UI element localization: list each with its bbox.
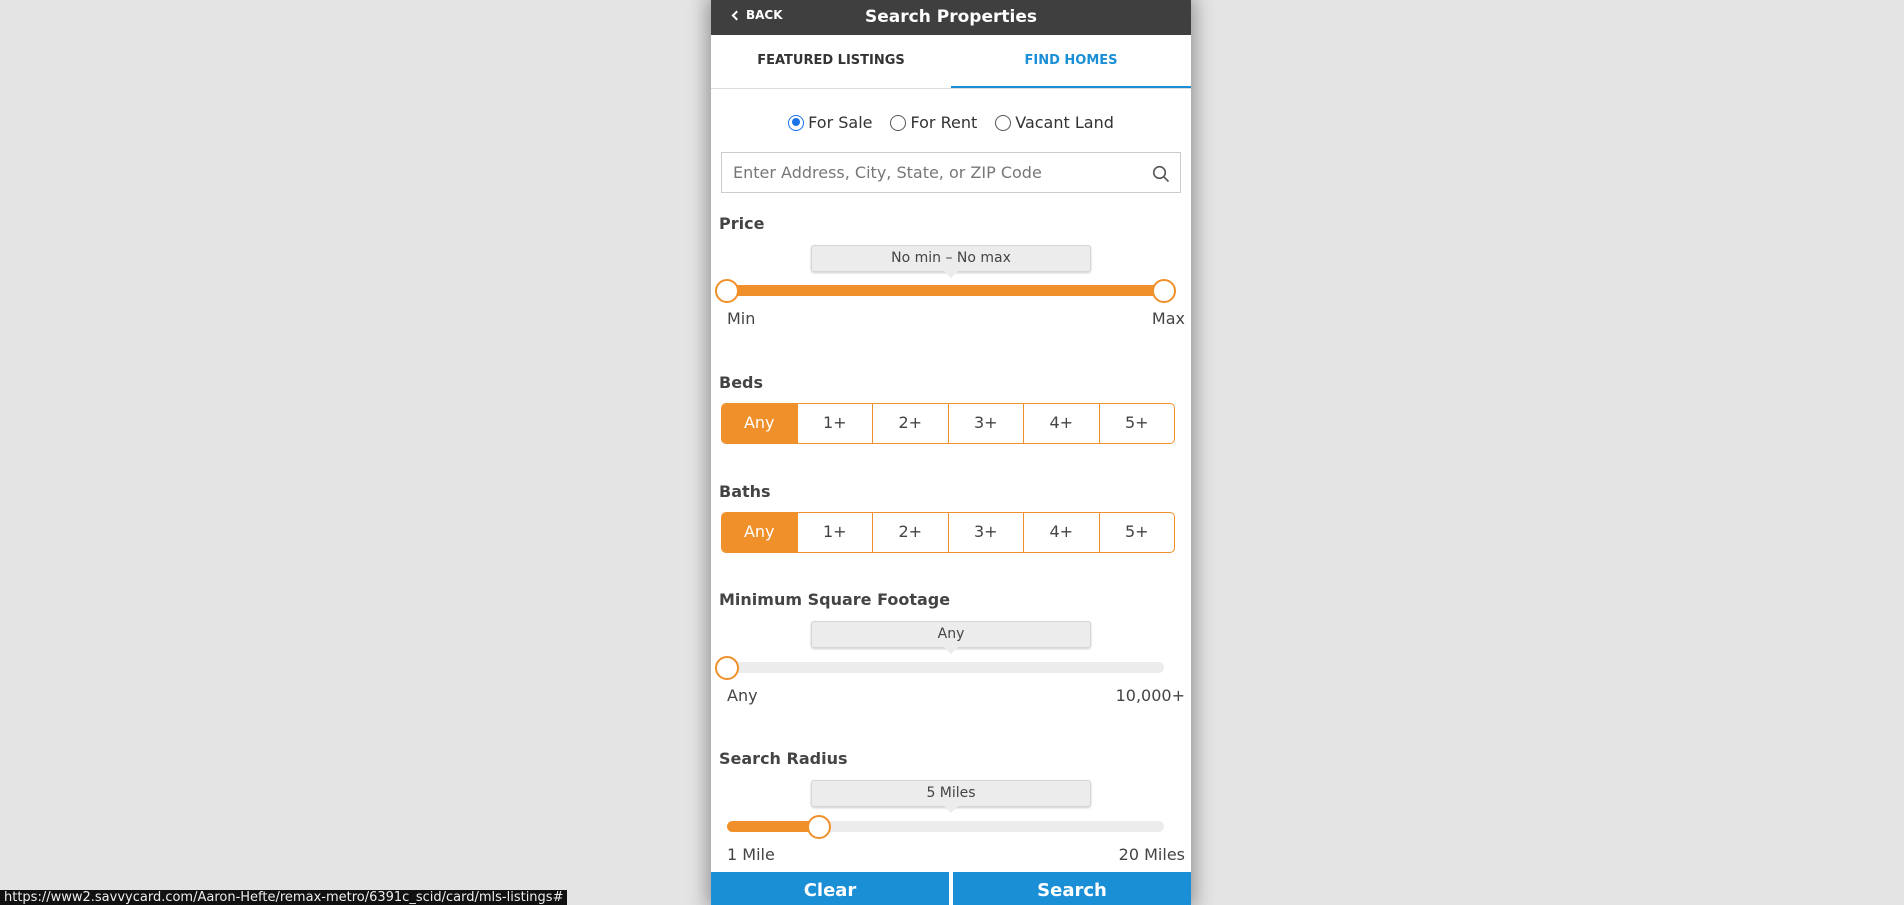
beds-option-1[interactable]: 1+ [796, 404, 873, 443]
radio-vacant-land[interactable]: Vacant Land [995, 113, 1114, 132]
sqft-title: Minimum Square Footage [719, 590, 951, 609]
radio-button[interactable] [995, 114, 1012, 131]
location-search-input[interactable] [722, 153, 1180, 192]
baths-selector: Any 1+ 2+ 3+ 4+ 5+ [721, 512, 1175, 553]
price-slider-fill [727, 285, 1164, 296]
price-min-label: Min [727, 309, 756, 328]
price-value-bubble: No min – No max [811, 245, 1091, 278]
baths-option-5[interactable]: 5+ [1098, 513, 1175, 552]
price-slider-track[interactable] [715, 278, 1176, 303]
search-icon[interactable] [1152, 165, 1170, 183]
price-max-handle[interactable] [1152, 278, 1176, 303]
radius-section: Search Radius 5 Miles 1 Mile 20 Miles [711, 749, 1191, 869]
search-properties-panel: BACK Search Properties FEATURED LISTINGS… [711, 0, 1191, 905]
sqft-section: Minimum Square Footage Any Any 10,000+ [711, 590, 1191, 710]
top-bar: BACK Search Properties [711, 0, 1191, 35]
radio-for-rent[interactable]: For Rent [890, 113, 977, 132]
baths-option-any[interactable]: Any [722, 513, 797, 552]
beds-option-4[interactable]: 4+ [1023, 404, 1099, 443]
radio-button-checked[interactable] [788, 114, 805, 131]
search-button[interactable]: Search [953, 872, 1191, 905]
radio-label: For Sale [808, 113, 873, 132]
sqft-slider-track[interactable] [715, 655, 1164, 680]
tab-bar: FEATURED LISTINGS FIND HOMES [711, 35, 1191, 89]
baths-option-2[interactable]: 2+ [872, 513, 948, 552]
beds-selector: Any 1+ 2+ 3+ 4+ 5+ [721, 403, 1175, 444]
radio-for-sale[interactable]: For Sale [788, 113, 872, 132]
price-max-label: Max [1151, 309, 1185, 328]
browser-status-url: https://www2.savvycard.com/Aaron-Hefte/r… [0, 890, 568, 905]
tab-featured-listings[interactable]: FEATURED LISTINGS [711, 35, 951, 88]
radius-min-label: 1 Mile [727, 845, 775, 864]
location-search-box [721, 152, 1181, 193]
beds-option-2[interactable]: 2+ [872, 404, 948, 443]
beds-option-3[interactable]: 3+ [947, 404, 1024, 443]
radius-slider-track[interactable] [727, 814, 1164, 839]
sqft-max-label: 10,000+ [1115, 686, 1185, 705]
sqft-value-bubble: Any [811, 621, 1091, 654]
price-min-handle[interactable] [715, 278, 739, 303]
tab-find-homes[interactable]: FIND HOMES [951, 35, 1191, 88]
radius-title: Search Radius [719, 749, 848, 768]
radius-slider-fill [727, 821, 819, 832]
baths-option-4[interactable]: 4+ [1023, 513, 1099, 552]
radius-handle[interactable] [806, 814, 831, 839]
beds-option-any[interactable]: Any [722, 404, 797, 443]
radio-button[interactable] [890, 114, 907, 131]
radius-max-label: 20 Miles [1118, 845, 1185, 864]
baths-option-3[interactable]: 3+ [947, 513, 1024, 552]
radio-label: For Rent [910, 113, 978, 132]
radius-value-bubble: 5 Miles [811, 780, 1091, 813]
price-section: Price No min – No max Min Max [711, 214, 1191, 334]
clear-button[interactable]: Clear [711, 872, 949, 905]
sqft-min-label: Any [727, 686, 758, 705]
action-bar: Clear Search [711, 872, 1191, 905]
page-title: Search Properties [865, 7, 1037, 27]
sqft-handle[interactable] [715, 655, 739, 680]
baths-title: Baths [719, 482, 771, 501]
price-title: Price [719, 214, 765, 233]
beds-title: Beds [719, 373, 764, 392]
beds-option-5[interactable]: 5+ [1098, 404, 1175, 443]
radio-label: Vacant Land [1015, 113, 1114, 132]
listing-type-group: For Sale For Rent Vacant Land [711, 113, 1191, 132]
baths-option-1[interactable]: 1+ [796, 513, 873, 552]
